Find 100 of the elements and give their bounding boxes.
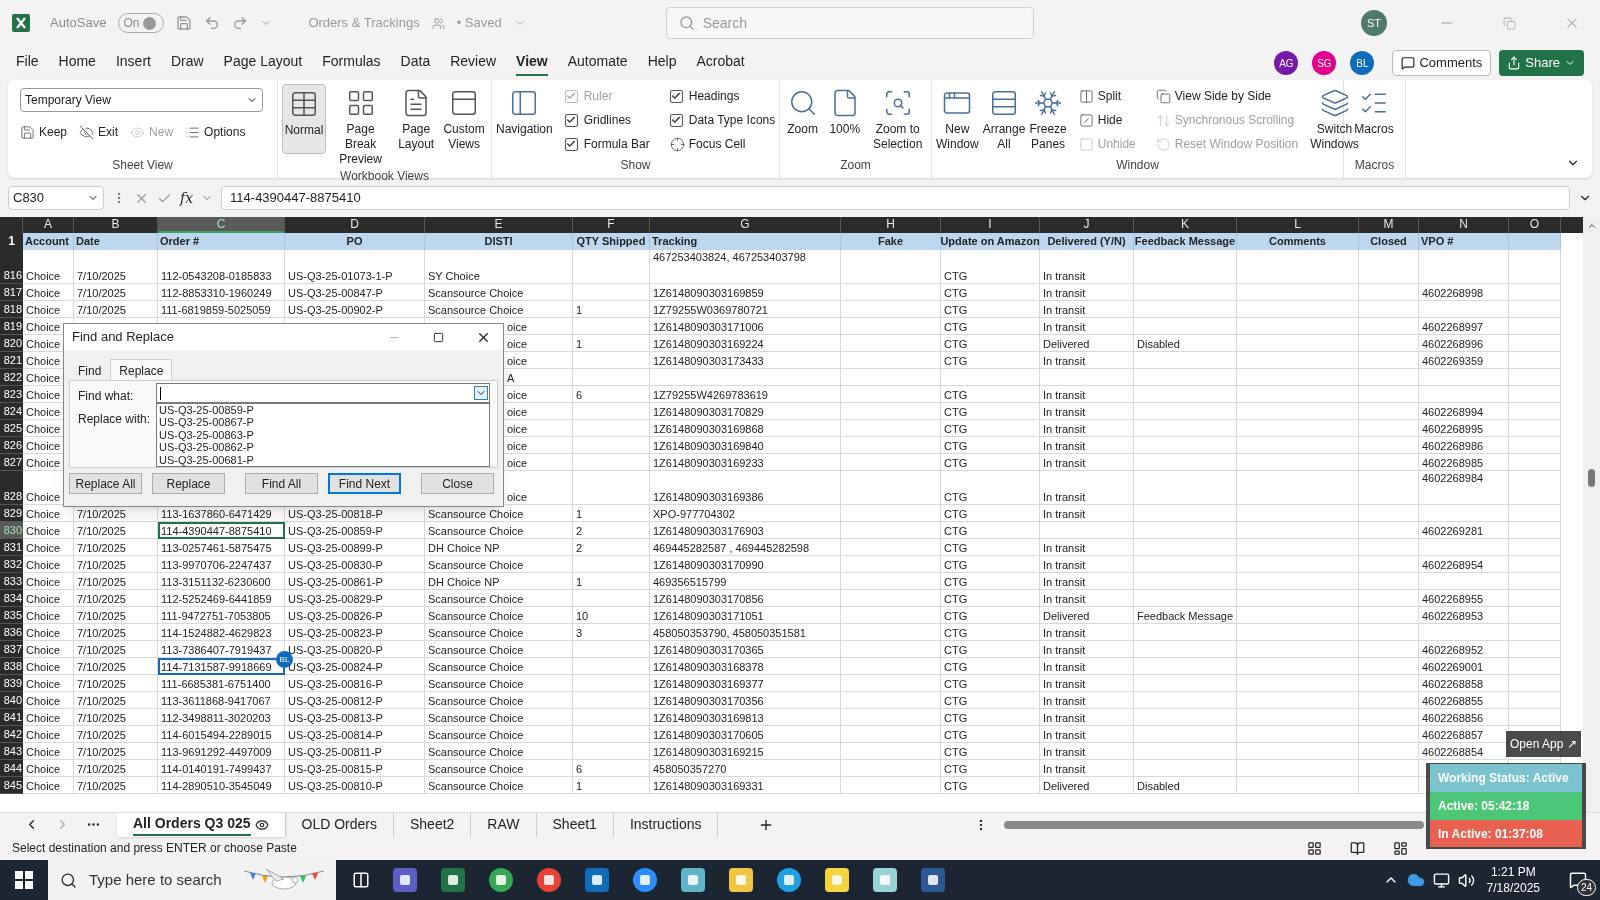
row-header[interactable]: 824 — [0, 403, 23, 420]
page-layout-icon[interactable] — [1350, 840, 1365, 856]
comments-button[interactable]: Comments — [1392, 50, 1492, 76]
row-header[interactable]: 837 — [0, 641, 23, 658]
row-header[interactable]: 823 — [0, 386, 23, 403]
ribbon-button[interactable]: Normal — [282, 84, 326, 154]
ribbon-button[interactable]: Zoom to Selection — [868, 84, 927, 152]
row-header[interactable]: 840 — [0, 692, 23, 709]
horizontal-scrollbar[interactable] — [1004, 820, 1424, 829]
share-button[interactable]: Share — [1499, 50, 1584, 76]
menu-tab[interactable]: Acrobat — [696, 50, 745, 76]
ribbon-button[interactable]: Freeze Panes — [1029, 84, 1067, 152]
ribbon-button[interactable]: Page Break Preview — [330, 84, 392, 167]
checkbox[interactable] — [564, 137, 578, 151]
find-what-field[interactable] — [156, 383, 490, 403]
clock[interactable]: 1:21 PM 7/18/2025 — [1486, 864, 1540, 896]
maximize-icon[interactable] — [433, 331, 444, 343]
row-header[interactable]: 826 — [0, 437, 23, 454]
row-header[interactable]: 834 — [0, 590, 23, 607]
taskbar-app-icon[interactable] — [920, 867, 946, 893]
name-box[interactable]: C830 — [8, 186, 104, 210]
menu-tab[interactable]: Formulas — [322, 50, 381, 76]
dialog-button[interactable]: Find All — [245, 473, 318, 494]
insert-function-button[interactable]: fx — [180, 187, 194, 209]
taskbar-app-icon[interactable] — [872, 867, 898, 893]
collaborator-avatar[interactable]: BL — [1350, 51, 1375, 75]
row-header[interactable]: 844 — [0, 760, 23, 777]
sheet-tab[interactable]: OLD Orders — [285, 812, 394, 837]
windows-icon[interactable] — [15, 871, 33, 889]
taskbar-app-icon[interactable] — [584, 867, 610, 893]
open-app-button[interactable]: Open App ↗ — [1506, 731, 1581, 757]
sheet-tab[interactable]: Instructions — [613, 812, 719, 837]
task-view-icon[interactable] — [352, 871, 370, 889]
ribbon-button[interactable]: Page Layout — [395, 84, 438, 152]
row-header[interactable]: 830 — [0, 522, 23, 539]
row-header[interactable]: 832 — [0, 556, 23, 573]
ribbon-button[interactable]: Focus Cell — [669, 132, 776, 156]
ribbon-button[interactable]: Options — [185, 120, 246, 144]
taskbar-app-icon[interactable] — [392, 867, 418, 893]
row-header[interactable]: 825 — [0, 420, 23, 437]
checkbox[interactable] — [669, 113, 683, 127]
menu-tab[interactable]: Review — [450, 50, 497, 76]
collaborator-avatar[interactable]: AG — [1274, 51, 1299, 75]
ribbon-button[interactable]: 100% — [825, 84, 865, 137]
ribbon-button[interactable]: New Window — [936, 84, 979, 152]
taskbar-app-icon[interactable] — [632, 867, 658, 893]
menu-tab[interactable]: Home — [58, 50, 96, 76]
row-header[interactable]: 842 — [0, 726, 23, 743]
scroll-up-icon[interactable] — [1586, 221, 1597, 231]
dialog-tab[interactable]: Replace — [110, 359, 173, 381]
row-header[interactable]: 821 — [0, 352, 23, 369]
ribbon-button[interactable]: Custom Views — [441, 84, 487, 152]
sheet-tab[interactable]: All Orders Q3 025 — [117, 812, 286, 837]
row-header[interactable]: 818 — [0, 301, 23, 318]
ribbon-button[interactable]: Exit — [79, 120, 119, 144]
taskbar-app-icon[interactable] — [488, 867, 514, 893]
taskbar-app-icon[interactable] — [776, 867, 802, 893]
row-header[interactable]: 839 — [0, 675, 23, 692]
ribbon-button[interactable]: Arrange All — [982, 84, 1026, 152]
menu-tab[interactable]: Draw — [170, 50, 204, 76]
row-header[interactable]: 831 — [0, 539, 23, 556]
row-header[interactable]: 816 — [0, 250, 23, 284]
dropdown-icon[interactable] — [474, 386, 488, 400]
menu-tab[interactable]: File — [16, 50, 39, 76]
row-header[interactable]: 827 — [0, 454, 23, 471]
row-header[interactable]: 838 — [0, 658, 23, 675]
taskbar-app-icon[interactable] — [728, 867, 754, 893]
menu-tab[interactable]: Page Layout — [223, 50, 303, 76]
ribbon-button[interactable]: View Side by Side — [1155, 84, 1299, 108]
formula-input[interactable]: 114-4390447-8875410 — [221, 186, 1570, 210]
ribbon-button[interactable]: Navigation — [496, 84, 553, 137]
sheet-tab[interactable]: RAW — [471, 812, 537, 837]
normal-view-icon[interactable] — [1307, 840, 1322, 856]
menu-tab[interactable]: View — [516, 50, 548, 76]
user-avatar[interactable]: ST — [1361, 10, 1387, 36]
ribbon-button[interactable]: Zoom — [784, 84, 822, 137]
collaborator-avatar[interactable]: SG — [1312, 51, 1337, 75]
row-header[interactable]: 836 — [0, 624, 23, 641]
row-header[interactable]: 817 — [0, 284, 23, 301]
menu-tab[interactable]: Help — [647, 50, 677, 76]
row-header[interactable]: 833 — [0, 573, 23, 590]
taskbar-app-icon[interactable] — [680, 867, 706, 893]
volume-icon[interactable] — [1457, 871, 1475, 889]
taskbar-search-field[interactable]: Type here to search — [48, 860, 336, 900]
scroll-thumb[interactable] — [1588, 469, 1595, 487]
row-header[interactable]: 841 — [0, 709, 23, 726]
network-icon[interactable] — [1432, 871, 1450, 889]
row-header[interactable]: 820 — [0, 335, 23, 352]
sheet-view-select[interactable]: Temporary View — [20, 88, 263, 112]
row-header[interactable]: 843 — [0, 743, 23, 760]
menu-tab[interactable]: Data — [400, 50, 431, 76]
taskbar-app-icon[interactable] — [440, 867, 466, 893]
row-header[interactable]: 845 — [0, 777, 23, 794]
ribbon-button[interactable]: Split — [1078, 84, 1136, 108]
row-header[interactable]: 819 — [0, 318, 23, 335]
row-header[interactable]: 1 — [0, 233, 23, 250]
checkbox[interactable] — [564, 113, 578, 127]
row-header[interactable]: 829 — [0, 505, 23, 522]
dialog-button[interactable]: Close — [421, 473, 494, 494]
sheet-tab[interactable]: Sheet1 — [536, 812, 614, 837]
